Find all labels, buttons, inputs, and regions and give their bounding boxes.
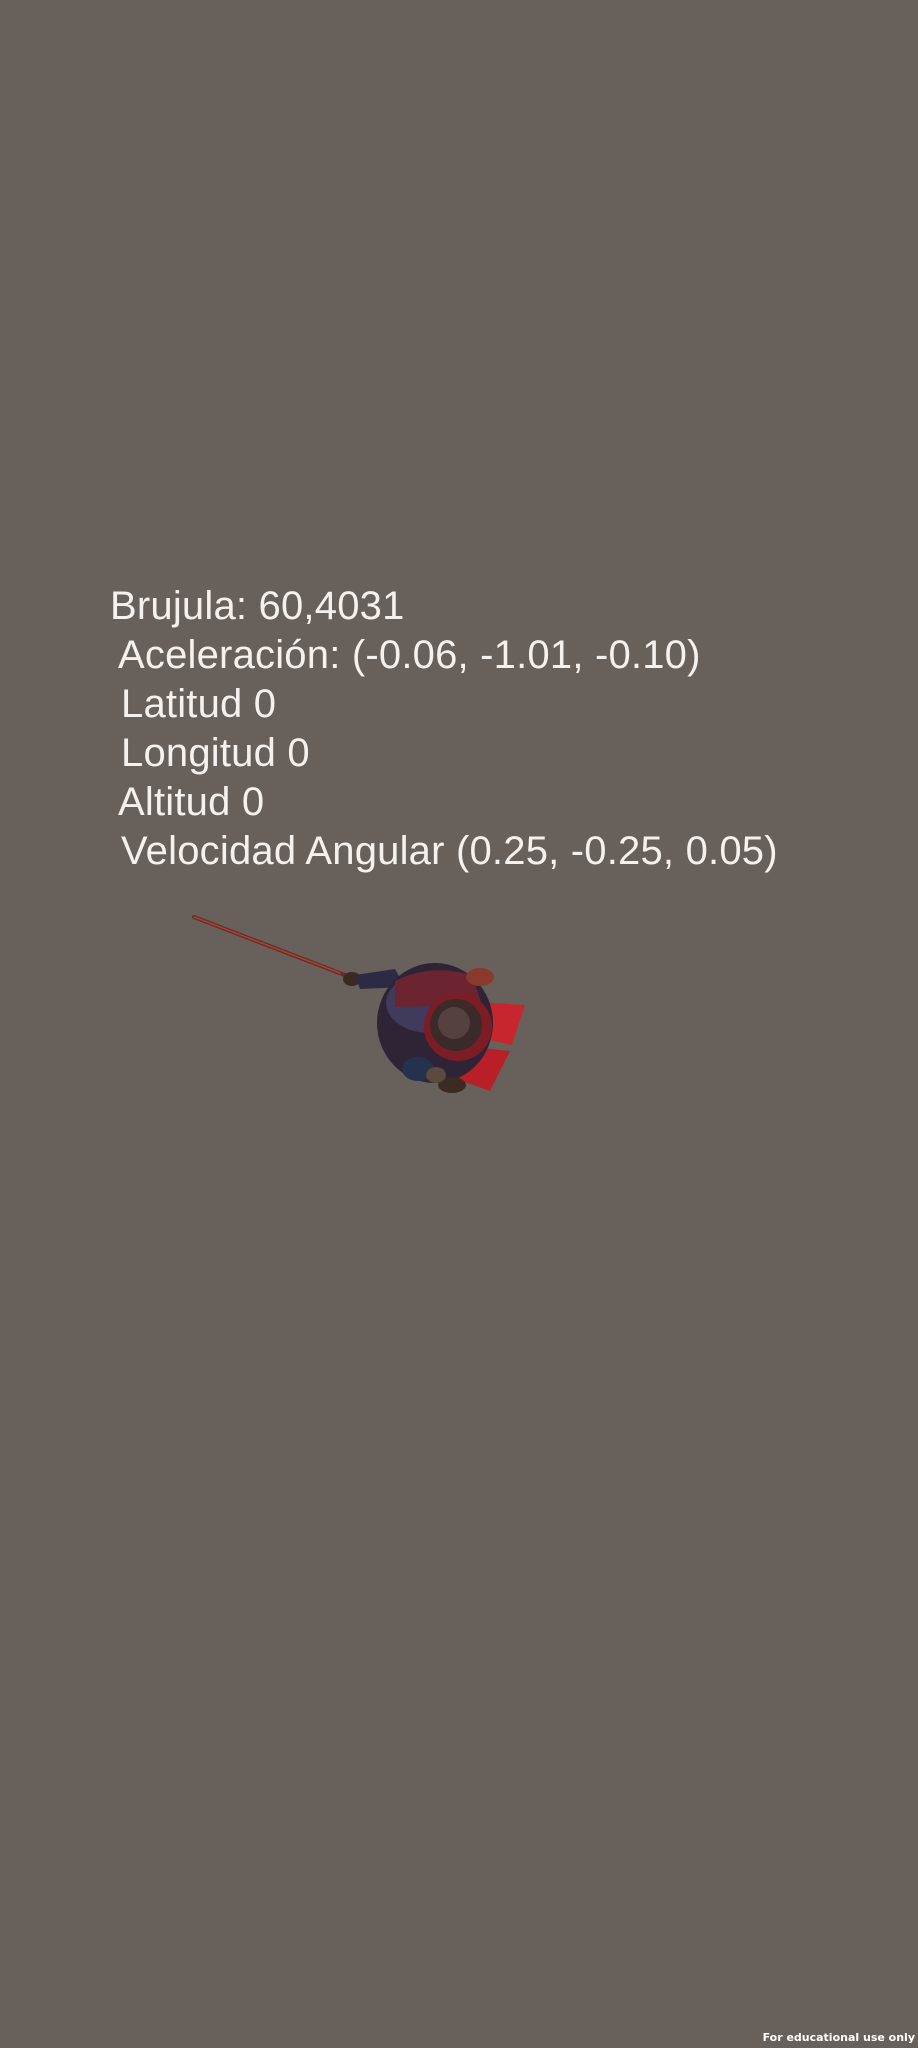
samurai-character-icon xyxy=(192,915,525,1093)
angular-velocity-readout: Velocidad Angular (0.25, -0.25, 0.05) xyxy=(121,829,778,873)
longitude-readout: Longitud 0 xyxy=(121,731,310,775)
acceleration-readout: Aceleración: (-0.06, -1.01, -0.10) xyxy=(118,633,701,677)
compass-readout: Brujula: 60,4031 xyxy=(110,584,405,628)
latitude-readout: Latitud 0 xyxy=(121,682,277,726)
educational-use-watermark: For educational use only xyxy=(762,2031,915,2044)
altitude-readout: Altitud 0 xyxy=(118,780,265,824)
